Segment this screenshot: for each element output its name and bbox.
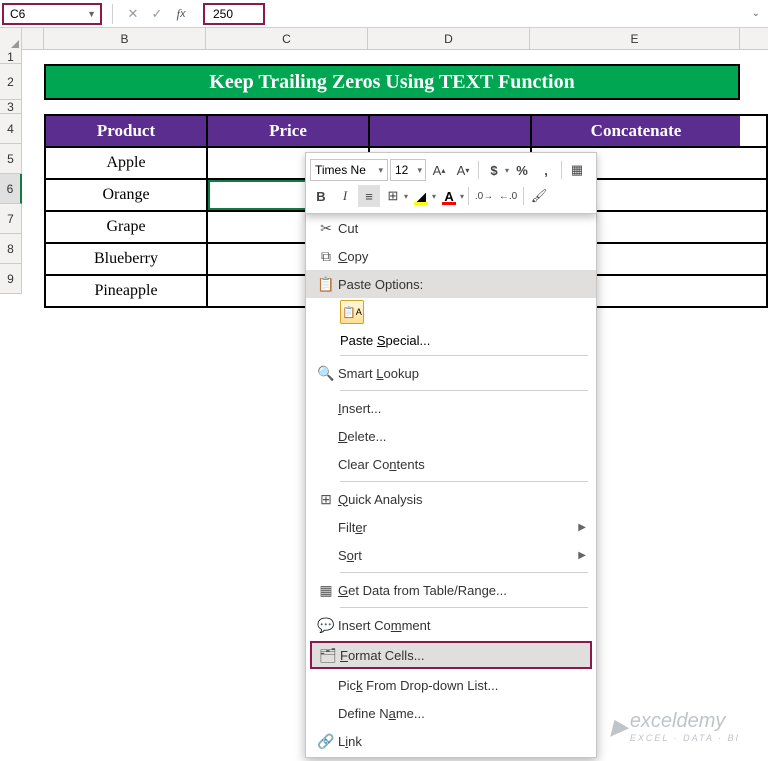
expand-formula-bar-icon[interactable]: ⌄	[752, 8, 760, 19]
quick-analysis-icon: ⊞	[314, 491, 338, 508]
col-header-d[interactable]: D	[368, 28, 530, 49]
separator	[112, 4, 113, 24]
table-icon: ▦	[314, 582, 338, 599]
borders-button[interactable]: ⊞	[382, 185, 404, 207]
menu-insert[interactable]: Insert...	[306, 394, 596, 422]
menu-paste-options[interactable]: 📋 Paste Options:	[306, 270, 596, 298]
menu-define-name[interactable]: Define Name...	[306, 699, 596, 727]
format-cells-icon: 🗂	[316, 647, 340, 664]
menu-format-cells[interactable]: 🗂 Format Cells...	[310, 641, 592, 669]
font-family-select[interactable]: Times Ne	[310, 159, 388, 181]
cut-icon: ✂	[314, 220, 338, 237]
row-header-9[interactable]: 9	[0, 264, 22, 294]
bold-button[interactable]: B	[310, 185, 332, 207]
paste-icon: 📋	[314, 276, 338, 293]
col-header-c[interactable]: C	[206, 28, 368, 49]
format-painter-icon[interactable]: 🖌	[528, 185, 550, 207]
font-size-select[interactable]: 12	[390, 159, 426, 181]
link-icon: 🔗	[314, 733, 338, 750]
currency-button[interactable]: $	[483, 159, 505, 181]
row-header-8[interactable]: 8	[0, 234, 22, 264]
font-color-button[interactable]: A	[438, 185, 460, 207]
cell-b7[interactable]: Grape	[46, 212, 208, 242]
col-header-b[interactable]: B	[44, 28, 206, 49]
col-concatenate: Concatenate	[532, 116, 740, 146]
mini-toolbar: Times Ne 12 A▴ A▾ $▾ % , ▦ B I ≡ ⊞▾ ◢▾ A…	[305, 152, 597, 214]
border-icon[interactable]: ▦	[566, 159, 588, 181]
fill-color-button[interactable]: ◢	[410, 185, 432, 207]
row-header-2[interactable]: 2	[0, 64, 22, 100]
name-box-value: C6	[10, 7, 25, 21]
comment-icon: 💬	[314, 617, 338, 634]
menu-quick-analysis[interactable]: ⊞ Quick Analysis	[306, 485, 596, 513]
increase-font-icon[interactable]: A▴	[428, 159, 450, 181]
col-product: Product	[46, 116, 208, 146]
row-header-6[interactable]: 6	[0, 174, 22, 204]
col-price: Price	[208, 116, 370, 146]
col-header-a[interactable]	[22, 28, 44, 49]
increase-decimal-icon[interactable]: .0→	[473, 185, 495, 207]
watermark: ▶ exceldemy EXCEL · DATA · BI	[611, 710, 740, 743]
italic-button[interactable]: I	[334, 185, 356, 207]
copy-icon: ⧉	[314, 248, 338, 265]
menu-insert-comment[interactable]: 💬 Insert Comment	[306, 611, 596, 639]
cell-b6[interactable]: Orange	[46, 180, 208, 210]
col-header-e[interactable]: E	[530, 28, 740, 49]
menu-sort[interactable]: Sort▶	[306, 541, 596, 569]
lookup-icon: 🔍	[314, 365, 338, 382]
align-center-button[interactable]: ≡	[358, 185, 380, 207]
context-menu: ✂ Cut ⧉ Copy 📋 Paste Options: 📋A Paste S…	[305, 211, 597, 758]
confirm-edit-icon: ✓	[147, 4, 167, 24]
cell-b5[interactable]: Apple	[46, 148, 208, 178]
menu-delete[interactable]: Delete...	[306, 422, 596, 450]
col-blank	[370, 116, 532, 146]
name-box[interactable]: C6 ▼	[2, 3, 102, 25]
cell-b9[interactable]: Pineapple	[46, 276, 208, 306]
decrease-font-icon[interactable]: A▾	[452, 159, 474, 181]
cell-b8[interactable]: Blueberry	[46, 244, 208, 274]
fx-icon[interactable]: fx	[171, 4, 191, 24]
menu-link[interactable]: 🔗 Link	[306, 727, 596, 755]
row-header-7[interactable]: 7	[0, 204, 22, 234]
menu-clear-contents[interactable]: Clear Contents	[306, 450, 596, 478]
page-title: Keep Trailing Zeros Using TEXT Function	[44, 64, 740, 100]
select-all-corner[interactable]	[0, 28, 22, 50]
menu-cut[interactable]: ✂ Cut	[306, 214, 596, 242]
name-box-dropdown-icon[interactable]: ▼	[87, 9, 96, 19]
menu-paste-special[interactable]: Paste Special...	[306, 328, 596, 352]
comma-button[interactable]: ,	[535, 159, 557, 181]
formula-value: 250	[213, 7, 233, 21]
percent-button[interactable]: %	[511, 159, 533, 181]
decrease-decimal-icon[interactable]: ←.0	[497, 185, 519, 207]
menu-get-data[interactable]: ▦ Get Data from Table/Range...	[306, 576, 596, 604]
menu-smart-lookup[interactable]: 🔍 Smart Lookup	[306, 359, 596, 387]
menu-pick-list[interactable]: Pick From Drop-down List...	[306, 671, 596, 699]
paste-values-icon[interactable]: 📋A	[340, 300, 364, 324]
row-header-4[interactable]: 4	[0, 114, 22, 144]
menu-filter[interactable]: Filter▶	[306, 513, 596, 541]
row-header-3[interactable]: 3	[0, 100, 22, 114]
cancel-edit-icon: ✕	[123, 4, 143, 24]
row-header-1[interactable]: 1	[0, 50, 22, 64]
row-header-5[interactable]: 5	[0, 144, 22, 174]
menu-copy[interactable]: ⧉ Copy	[306, 242, 596, 270]
formula-input[interactable]: 250	[203, 3, 265, 25]
